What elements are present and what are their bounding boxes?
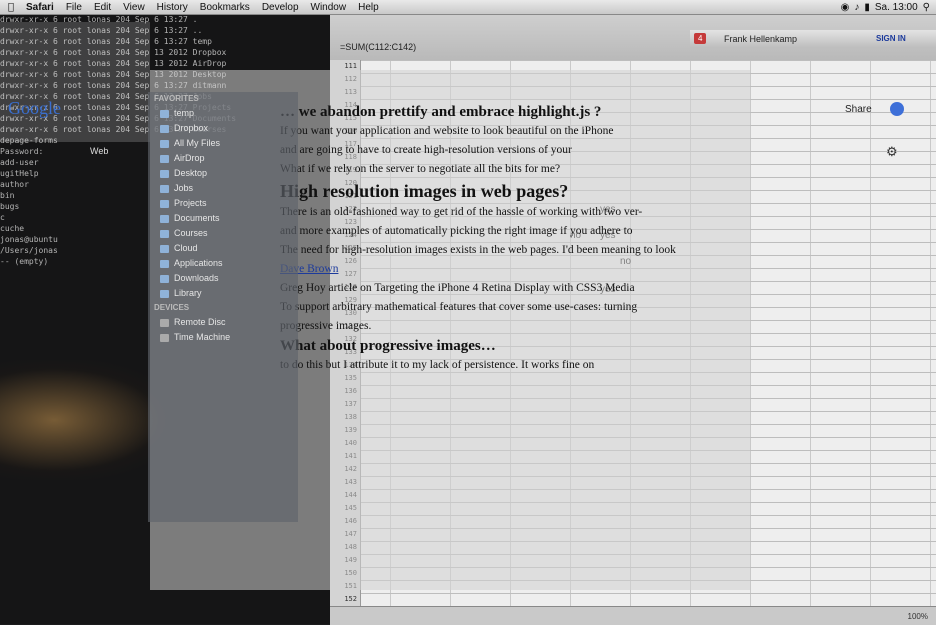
battery-icon[interactable]: ▮: [864, 2, 870, 13]
menu-bookmarks[interactable]: Bookmarks: [194, 2, 256, 13]
finder-device[interactable]: Time Machine: [148, 330, 298, 345]
avatar[interactable]: [890, 102, 904, 116]
finder-item-label: Courses: [174, 228, 208, 238]
browser-toolbar: 4 Frank Hellenkamp SIGN IN: [690, 30, 936, 48]
finder-item-label: Remote Disc: [174, 317, 226, 327]
paragraph: There is an old-fashioned way to get rid…: [280, 206, 643, 218]
folder-icon: [160, 229, 169, 238]
finder-item-label: Library: [174, 288, 202, 298]
finder-item[interactable]: Applications: [148, 256, 298, 271]
paragraph: progressive images.: [280, 320, 372, 332]
finder-section-header: FAVORITES: [154, 94, 199, 103]
spotlight-icon[interactable]: ⚲: [923, 2, 930, 13]
menu-edit[interactable]: Edit: [88, 2, 117, 13]
finder-device[interactable]: Remote Disc: [148, 315, 298, 330]
finder-item[interactable]: Dropbox: [148, 121, 298, 136]
menu-help[interactable]: Help: [352, 2, 385, 13]
heading: High resolution images in web pages?: [280, 181, 569, 201]
wifi-icon[interactable]: ◉: [841, 2, 850, 13]
notification-badge[interactable]: 4: [694, 33, 707, 44]
finder-item[interactable]: AirDrop: [148, 151, 298, 166]
menubar:  Safari File Edit View History Bookmark…: [0, 0, 936, 15]
finder-item[interactable]: Courses: [148, 226, 298, 241]
finder-item[interactable]: Desktop: [148, 166, 298, 181]
menu-window[interactable]: Window: [305, 2, 353, 13]
menu-history[interactable]: History: [151, 2, 194, 13]
folder-icon: [160, 259, 169, 268]
folder-icon: [160, 214, 169, 223]
paragraph: What if we rely on the server to negotia…: [280, 163, 561, 175]
finder-item-label: Time Machine: [174, 332, 231, 342]
gear-icon[interactable]: ⚙: [886, 144, 898, 160]
finder-section-header: DEVICES: [154, 303, 190, 312]
finder-item[interactable]: Projects: [148, 196, 298, 211]
finder-item[interactable]: Cloud: [148, 241, 298, 256]
finder-item[interactable]: Jobs: [148, 181, 298, 196]
disk-icon: [160, 333, 169, 342]
heading: What about progressive images…: [280, 338, 496, 354]
finder-item-label: Downloads: [174, 273, 219, 283]
finder-item[interactable]: Downloads: [148, 271, 298, 286]
folder-icon: [160, 139, 169, 148]
finder-item-label: All My Files: [174, 138, 221, 148]
menu-view[interactable]: View: [117, 2, 151, 13]
finder-sidebar: FAVORITES temp Dropbox All My Files AirDrop…: [148, 92, 298, 522]
user-name[interactable]: Frank Hellenkamp: [724, 34, 797, 44]
finder-item-label: AirDrop: [174, 153, 205, 163]
finder-item-label: Applications: [174, 258, 223, 268]
finder-item[interactable]: Documents: [148, 211, 298, 226]
paragraph: The need for high-resolution images exis…: [280, 244, 676, 256]
menubar-clock[interactable]: Sa. 13:00: [875, 2, 918, 13]
google-logo: Google: [8, 98, 61, 118]
google-search-window: Google Web: [0, 22, 150, 156]
paragraph: To support arbitrary mathematical featur…: [280, 301, 638, 313]
finder-item-label: temp: [174, 108, 195, 118]
finder-item-label: Dropbox: [174, 123, 209, 133]
disk-icon: [160, 318, 169, 327]
sign-in-link[interactable]: SIGN IN: [876, 34, 906, 43]
tab-web[interactable]: Web: [90, 146, 108, 156]
folder-icon: [160, 109, 169, 118]
menu-develop[interactable]: Develop: [256, 2, 305, 13]
menu-app-name[interactable]: Safari: [20, 2, 60, 13]
share-button[interactable]: Share: [845, 104, 872, 115]
paragraph: and are going to have to create high-res…: [280, 144, 572, 156]
finder-item[interactable]: temp: [148, 106, 298, 121]
formula-bar[interactable]: =SUM(C112:C142): [340, 42, 416, 52]
paragraph: and more examples of automatically picki…: [280, 225, 633, 237]
folder-icon: [160, 199, 169, 208]
volume-icon[interactable]: ♪: [854, 2, 859, 13]
spreadsheet-status-bar: 100%: [330, 606, 936, 625]
finder-item-label: Jobs: [174, 183, 194, 193]
row-number[interactable]: 152: [330, 593, 360, 606]
folder-icon: [160, 289, 169, 298]
paragraph: Greg Hoy article on Targeting the iPhone…: [280, 282, 635, 294]
menubar-status-area: ◉ ♪ ▮ Sa. 13:00 ⚲: [841, 2, 936, 13]
folder-icon: [160, 154, 169, 163]
finder-item-label: Documents: [174, 213, 220, 223]
folder-icon: [160, 169, 169, 178]
paragraph: to do this but I attribute it to my lack…: [280, 359, 595, 371]
folder-icon: [160, 274, 169, 283]
finder-item-label: Projects: [174, 198, 207, 208]
finder-item-label: Cloud: [174, 243, 198, 253]
finder-item[interactable]: All My Files: [148, 136, 298, 151]
menu-file[interactable]: File: [60, 2, 88, 13]
heading: … we abandon prettify and embrace highli…: [280, 104, 602, 120]
paragraph: If you want your application and website…: [280, 125, 614, 137]
finder-item-label: Desktop: [174, 168, 208, 178]
finder-item[interactable]: Library: [148, 286, 298, 301]
folder-icon: [160, 244, 169, 253]
zoom-level[interactable]: 100%: [908, 612, 936, 621]
folder-icon: [160, 124, 169, 133]
folder-icon: [160, 184, 169, 193]
apple-icon[interactable]: : [0, 2, 20, 13]
